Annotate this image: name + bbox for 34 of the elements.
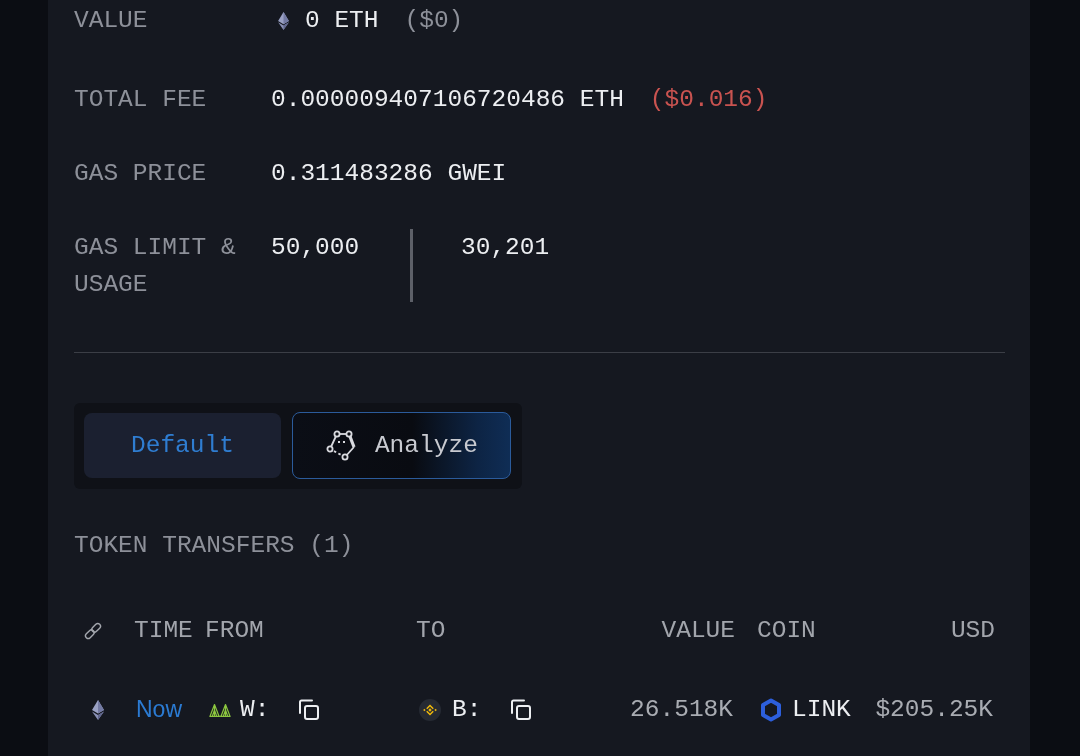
node-graph-icon: [324, 429, 357, 461]
time-link[interactable]: Now: [136, 691, 182, 728]
field-value: 0 ETH: [305, 6, 379, 36]
eth-diamond-icon: [92, 698, 104, 721]
eth-diamond-icon: [278, 11, 289, 30]
column-header: USD: [950, 616, 995, 646]
address-link[interactable]: B:: [452, 691, 482, 728]
usd-value: $205.25K: [875, 695, 994, 725]
field-label: GAS PRICE: [74, 158, 208, 189]
field-value: 0.000009407106720486 ETH: [271, 84, 624, 115]
field-label: TOTAL FEE: [74, 84, 208, 115]
token-amount: 26.518K: [630, 695, 734, 725]
token-link[interactable]: LINK: [792, 691, 851, 728]
column-header: COIN: [757, 616, 816, 646]
view-tab[interactable]: Default: [84, 412, 281, 478]
copy-icon[interactable]: [297, 697, 322, 722]
address-link[interactable]: W:: [240, 691, 270, 728]
field-value: 50,000: [271, 232, 361, 263]
field-value: 0.311483286 GWEI: [271, 158, 507, 189]
view-tab[interactable]: Analyze: [291, 411, 511, 479]
copy-icon[interactable]: [509, 697, 534, 722]
field-label: VALUE: [74, 6, 149, 36]
column-header: TIME: [134, 616, 193, 646]
chain-link-icon: [84, 621, 102, 640]
section-title: TOKEN TRANSFERS (1): [74, 531, 355, 561]
column-header: FROM: [205, 616, 264, 646]
usd-amount: ($0): [404, 6, 464, 36]
diamond-logo-icon: [419, 698, 441, 721]
column-header: TO: [416, 616, 446, 646]
field-value: 30,201: [460, 232, 550, 263]
column-header: VALUE: [661, 616, 735, 646]
usd-amount: ($0.016): [649, 84, 768, 115]
field-label: GAS LIMIT & USAGE: [74, 232, 237, 300]
hexagon-icon: [760, 697, 782, 722]
